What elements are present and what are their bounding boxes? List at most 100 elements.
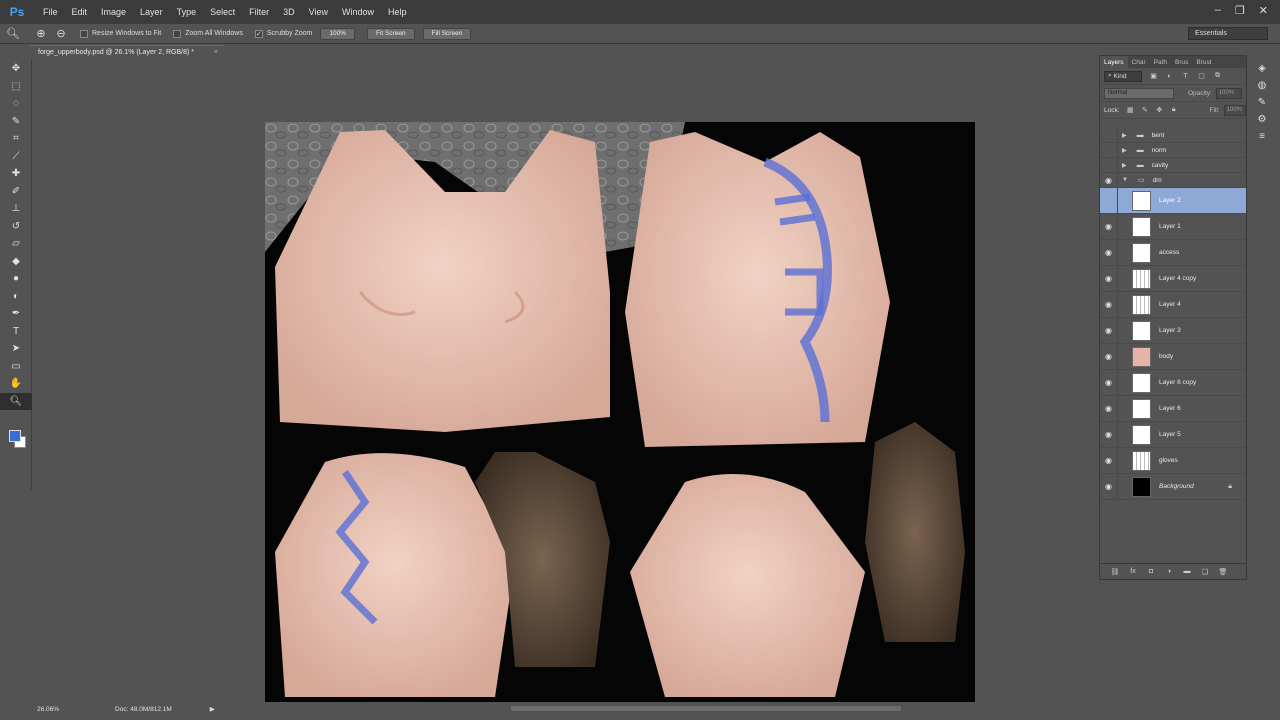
blur-tool-icon[interactable]: ●	[0, 270, 32, 288]
eraser-tool-icon[interactable]: ▱	[0, 235, 32, 253]
zoom-tool-icon[interactable]: 🔍︎	[6, 27, 20, 41]
tab-paths[interactable]: Path	[1150, 59, 1171, 66]
layer-row[interactable]: ◉ Layer 6	[1100, 396, 1246, 422]
menu-view[interactable]: View	[309, 7, 328, 17]
layer-row[interactable]: ◉ Layer 3	[1100, 318, 1246, 344]
type-tool-icon[interactable]: T	[0, 323, 32, 341]
close-icon[interactable]: ✕	[1259, 4, 1268, 17]
layer-row[interactable]: ◉ Layer 6 copy	[1100, 370, 1246, 396]
dodge-tool-icon[interactable]: ◐	[0, 288, 32, 306]
tab-layers[interactable]: Layers	[1100, 56, 1128, 68]
menu-layer[interactable]: Layer	[140, 7, 163, 17]
menu-edit[interactable]: Edit	[72, 7, 88, 17]
brush-dock-icon[interactable]: ✎	[1252, 94, 1272, 111]
menu-type[interactable]: Type	[177, 7, 197, 17]
healing-brush-tool-icon[interactable]: ✚	[0, 165, 32, 183]
tab-brush[interactable]: Brust	[1192, 59, 1215, 66]
clone-stamp-tool-icon[interactable]: ⊥	[0, 200, 32, 218]
eye-icon[interactable]: ◉	[1100, 292, 1118, 317]
eye-icon[interactable]: ◉	[1100, 214, 1118, 239]
history-dock-icon[interactable]: ≡	[1252, 128, 1272, 145]
menu-image[interactable]: Image	[101, 7, 126, 17]
lock-transparency-icon[interactable]: ▦	[1127, 106, 1135, 115]
fill-screen-button[interactable]: Fill Screen	[422, 27, 472, 40]
pixel-filter-icon[interactable]: ▣	[1149, 72, 1158, 81]
layer-group-cavity[interactable]: ● ▶ ▬ cavity	[1100, 158, 1246, 173]
foreground-color-swatch[interactable]	[9, 430, 21, 442]
quick-select-tool-icon[interactable]: ✎	[0, 113, 32, 131]
layer-group-bent[interactable]: ● ▶ ▬ bent	[1100, 128, 1246, 143]
visibility-toggle[interactable]: ●	[1100, 143, 1118, 157]
layers-dock-icon[interactable]: ◈	[1252, 60, 1272, 77]
eye-icon[interactable]: ◉	[1100, 448, 1118, 473]
layer-row[interactable]: ● Layer 2	[1100, 188, 1246, 214]
path-select-tool-icon[interactable]: ➤	[0, 340, 32, 358]
hand-tool-icon[interactable]: ✋	[0, 375, 32, 393]
lock-all-icon[interactable]: 🔒︎	[1170, 106, 1178, 115]
delete-layer-icon[interactable]: 🗑︎	[1216, 568, 1230, 576]
link-layers-icon[interactable]: ⛓	[1108, 568, 1122, 576]
expand-arrow-icon[interactable]: ▶	[1122, 162, 1127, 169]
marquee-tool-icon[interactable]: ⬚	[0, 78, 32, 96]
adjust-dock-icon[interactable]: ⚙︎	[1252, 111, 1272, 128]
layer-row[interactable]: ◉ Layer 4	[1100, 292, 1246, 318]
brush-tool-icon[interactable]: ✐	[0, 183, 32, 201]
type-filter-icon[interactable]: T	[1181, 72, 1190, 81]
minimize-icon[interactable]: –	[1215, 4, 1221, 17]
layer-row-background[interactable]: ◉ Background 🔒︎	[1100, 474, 1246, 500]
zoom-in-icon[interactable]: ⊕	[34, 27, 48, 41]
eye-icon[interactable]: ◉	[1100, 344, 1118, 369]
layer-group-norm[interactable]: ● ▶ ▬ norm	[1100, 143, 1246, 158]
menu-filter[interactable]: Filter	[249, 7, 269, 17]
fill-input[interactable]: 100%	[1223, 104, 1246, 116]
eye-icon[interactable]: ◉	[1100, 396, 1118, 421]
lock-pixels-icon[interactable]: ✎	[1141, 106, 1149, 115]
workspace-switcher[interactable]: Essentials	[1188, 27, 1268, 40]
shape-filter-icon[interactable]: ▢	[1197, 72, 1206, 81]
move-tool-icon[interactable]: ✥	[0, 60, 32, 78]
blend-mode-select[interactable]: Normal	[1104, 87, 1174, 99]
expand-arrow-icon[interactable]: ▶	[1122, 147, 1127, 154]
visibility-toggle[interactable]: ●	[1100, 128, 1118, 142]
status-menu-arrow-icon[interactable]: ▶	[210, 705, 215, 713]
menu-window[interactable]: Window	[342, 7, 374, 17]
eye-icon[interactable]: ◉	[1100, 370, 1118, 395]
crop-tool-icon[interactable]: ⌗	[0, 130, 32, 148]
tab-character[interactable]: Char	[1128, 59, 1150, 66]
smart-object-filter-icon[interactable]: ⧉	[1213, 72, 1222, 81]
fit-screen-button[interactable]: Fit Screen	[366, 27, 415, 40]
layer-row[interactable]: ◉ gloves	[1100, 448, 1246, 474]
menu-help[interactable]: Help	[388, 7, 407, 17]
eye-icon[interactable]: ◉	[1100, 240, 1118, 265]
lasso-tool-icon[interactable]: ◌	[0, 95, 32, 113]
add-mask-icon[interactable]: ◘	[1144, 568, 1158, 575]
restore-icon[interactable]: ❐	[1235, 4, 1245, 17]
adjustment-filter-icon[interactable]: ◐	[1165, 72, 1174, 81]
eye-icon[interactable]: ◉	[1100, 173, 1118, 187]
eye-icon[interactable]: ◉	[1100, 422, 1118, 447]
new-layer-icon[interactable]: ❏	[1198, 568, 1212, 576]
expand-arrow-icon[interactable]: ▶	[1122, 132, 1127, 139]
color-dock-icon[interactable]: ◍	[1252, 77, 1272, 94]
eye-icon[interactable]: ◉	[1100, 266, 1118, 291]
expand-arrow-icon[interactable]: ▼	[1122, 177, 1128, 183]
new-group-icon[interactable]: ▬	[1180, 568, 1194, 575]
adjustment-layer-icon[interactable]: ◑	[1162, 568, 1176, 575]
canvas-area[interactable]	[33, 60, 1095, 702]
lock-position-icon[interactable]: ✥	[1156, 106, 1164, 115]
close-tab-icon[interactable]: ×	[214, 49, 218, 56]
eye-icon[interactable]: ◉	[1100, 318, 1118, 343]
tab-brushes[interactable]: Brus	[1171, 59, 1192, 66]
document-canvas[interactable]	[265, 122, 975, 702]
shape-tool-icon[interactable]: ▭	[0, 358, 32, 376]
doc-size[interactable]: Doc: 48.0M/812.1M	[115, 706, 172, 713]
horizontal-scrollbar[interactable]	[511, 706, 901, 711]
layer-row[interactable]: ◉ Layer 4 copy	[1100, 266, 1246, 292]
eyedropper-tool-icon[interactable]: ⟋	[0, 148, 32, 166]
menu-file[interactable]: File	[43, 7, 58, 17]
layer-row[interactable]: ◉ Layer 5	[1100, 422, 1246, 448]
resize-windows-checkbox[interactable]: Resize Windows to Fit	[80, 29, 161, 38]
menu-3d[interactable]: 3D	[283, 7, 295, 17]
layer-row[interactable]: ◉ Layer 1	[1100, 214, 1246, 240]
menu-select[interactable]: Select	[210, 7, 235, 17]
